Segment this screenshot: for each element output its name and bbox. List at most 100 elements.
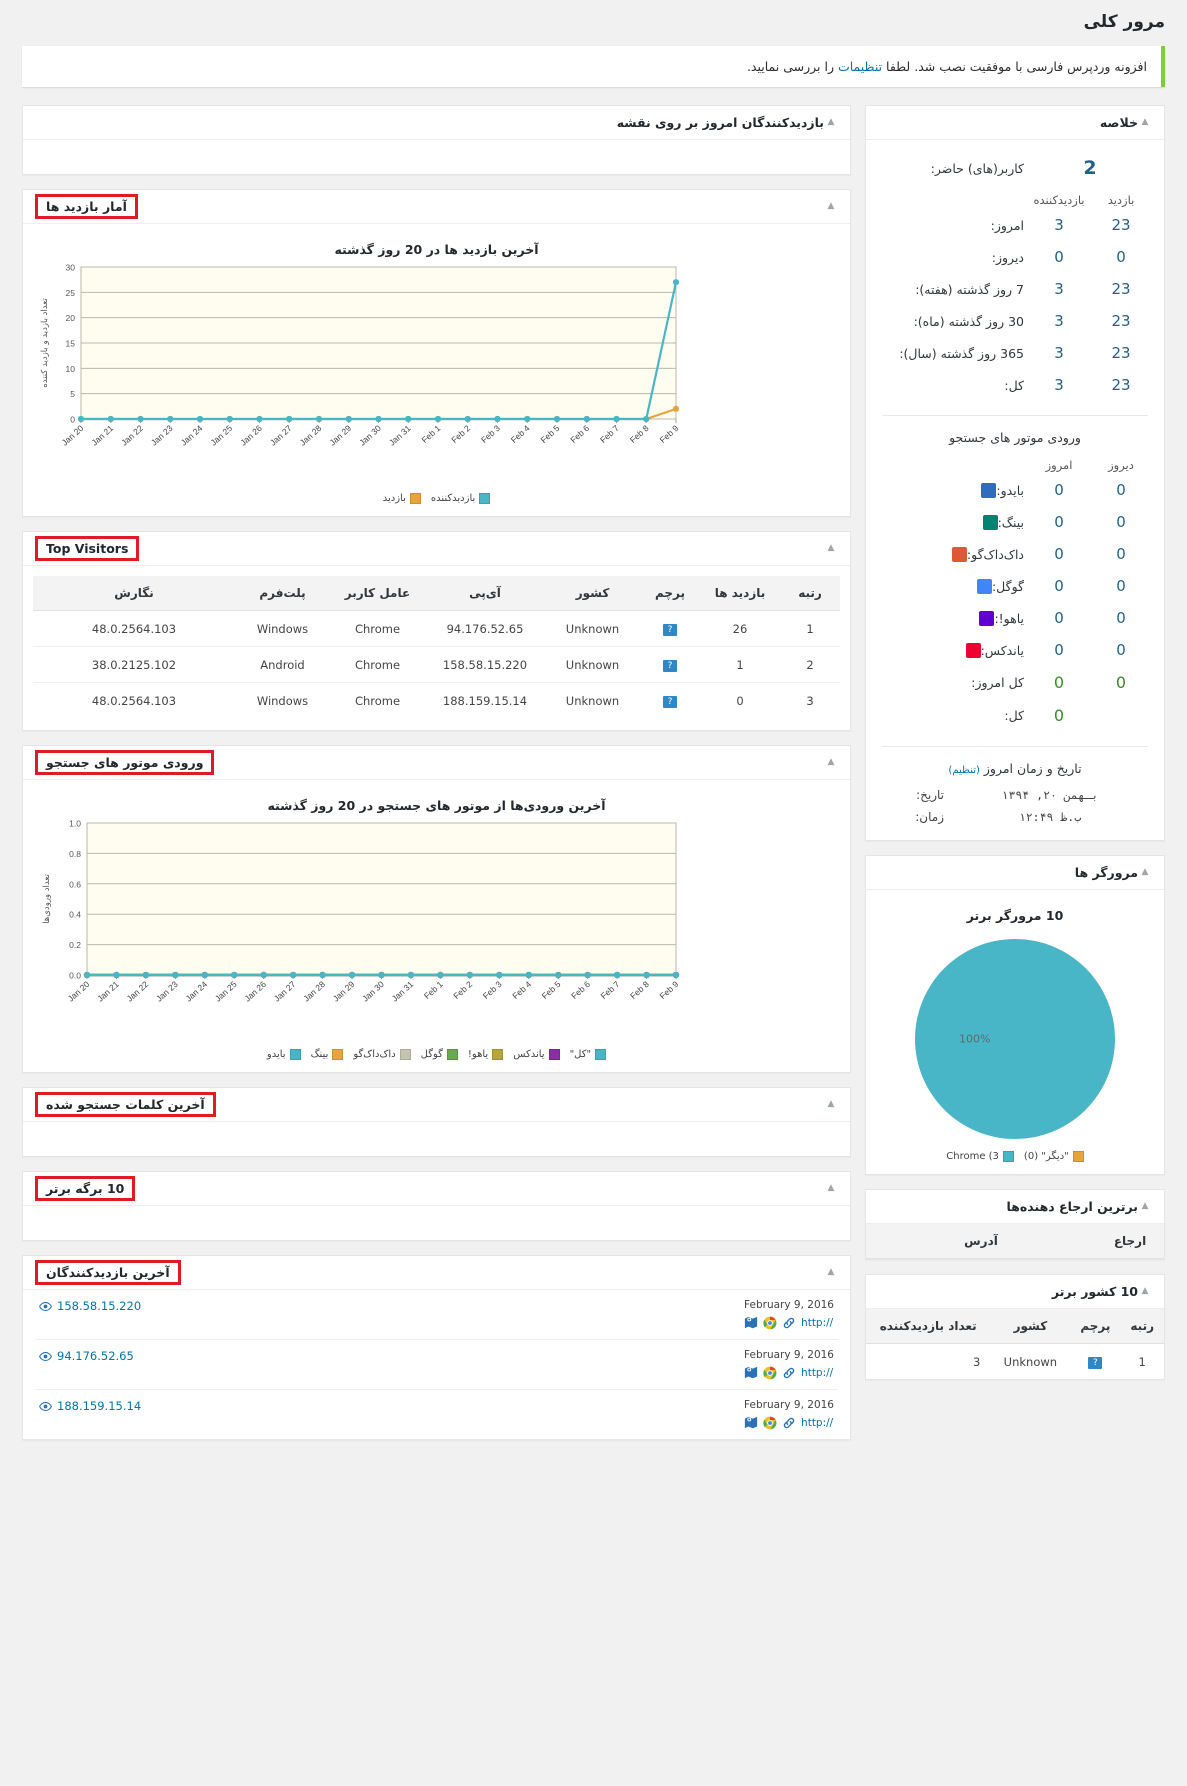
map-marker-icon[interactable] [744,1416,758,1430]
legend-item-3: گوگل [421,1049,458,1060]
bing-label: بینگ: [997,514,1024,530]
chrome-icon[interactable] [763,1316,777,1330]
chevron-up-icon[interactable]: ▲ [824,1098,838,1112]
search-box-body: آخرین ورودی‌ها از موتور های جستجو در 20 … [23,780,850,1072]
eye-icon[interactable] [39,1350,52,1363]
tv-flag-cell-1: ? [640,610,700,647]
svg-text:Jan 22: Jan 22 [125,979,151,1004]
referrers-table: ارجاع آدرس [866,1224,1164,1259]
tv-col-rank: رتبه [780,576,840,611]
tv-col-version: نگارش [33,576,235,611]
svg-text:Jan 31: Jan 31 [387,423,413,448]
legend-label-2: داک‌داک‌گو [353,1049,396,1060]
online-users-label: کاربر(های) حاضر: [930,160,1024,176]
svg-text:0.6: 0.6 [69,879,81,889]
se-total-today-yesterday: 0 [1115,673,1127,692]
eye-icon[interactable] [39,1400,52,1413]
time-value: ب.ظ ۱۲:۴۹ [1018,810,1082,824]
link-icon[interactable] [782,1366,796,1380]
lv-ip-2[interactable]: 94.176.52.65 [57,1349,134,1363]
svg-text:10: 10 [66,364,76,374]
pages-box-title: 10 برگه برتر [35,1176,136,1201]
legend-label-6: "کل" [569,1049,592,1060]
tv-rank-1: 1 [780,610,840,647]
chrome-icon[interactable] [763,1366,777,1380]
lv-ip-3[interactable]: 188.159.15.14 [57,1399,141,1413]
table-header-row: رتبه بازدید ها پرچم کشور آی‌پی عامل کارب… [33,576,840,611]
lv-link-1[interactable]: http:// [801,1317,833,1329]
visitor-year: 3 [1054,344,1064,362]
hits-line-chart: 051015202530Jan 20 Jan 21 Jan 22 Jan 23 Jan … [40,263,681,448]
lv-right-1: 158.58.15.220 [39,1299,141,1313]
chevron-up-icon[interactable]: ▲ [824,116,838,130]
legend-item-visit: بازدید [383,493,421,504]
chevron-up-icon[interactable]: ▲ [824,1266,838,1280]
svg-text:Feb 4: Feb 4 [509,423,532,445]
lv-link-2[interactable]: http:// [801,1367,833,1379]
link-icon[interactable] [782,1416,796,1430]
svg-text:0.2: 0.2 [69,940,81,950]
online-users-value: 2 [1083,157,1097,179]
summary-row-total: 23 3 کل: [878,369,1152,401]
chevron-up-icon[interactable]: ▲ [1138,866,1152,880]
chrome-icon[interactable] [763,1416,777,1430]
chevron-up-icon[interactable]: ▲ [824,200,838,214]
lv-link-3[interactable]: http:// [801,1417,833,1429]
legend-item-0: بایدو [267,1049,301,1060]
tv-col-ip: آی‌پی [425,576,545,611]
summary-row-year: 23 3 365 روز گذشته (سال): [878,337,1152,369]
chevron-up-icon[interactable]: ▲ [1138,116,1152,130]
datetime-settings-link[interactable]: (تنظیم) [948,765,979,776]
hits-box-header: ▲ آمار بازدید ها [23,190,850,224]
summary-col-visit: بازدید [1107,193,1135,207]
svg-text:Jan 21: Jan 21 [89,423,115,448]
countries-col-visitors: تعداد بازدیدکننده [866,1309,991,1344]
visit-total: 23 [1111,376,1131,394]
words-box: ▲ آخرین کلمات جستجو شده [22,1087,851,1157]
top-visitors-box-title: Top Visitors [35,536,140,561]
legend-swatch-6 [595,1049,607,1060]
notice-settings-link[interactable]: تنظیمات [838,59,882,74]
legend-swatch-visit [409,493,421,504]
svg-text:تعداد بازدید و بازدید کننده: تعداد بازدید و بازدید کننده [40,298,50,388]
sidebar-column: ▲ خلاصه 2 کاربر(های) حاضر: بازدید بازدید… [865,105,1165,1394]
flag-unknown-icon: ? [663,660,677,672]
lv-ip-1[interactable]: 158.58.15.220 [57,1299,141,1313]
map-marker-icon[interactable] [744,1316,758,1330]
table-row: 1 ? Unknown 3 [866,1344,1164,1380]
summary-row-week: 23 3 7 روز گذشته (هفته): [878,273,1152,305]
eye-icon[interactable] [39,1300,52,1313]
chevron-up-icon[interactable]: ▲ [824,1182,838,1196]
svg-text:Feb 1: Feb 1 [419,423,442,445]
map-box: ▲ بازدیدکنندگان امروز بر روی نقشه [22,105,851,175]
search-box: ▲ ورودی موتور های جستجو آخرین ورودی‌ها ا… [22,745,851,1073]
last-visitors-box-title: آخرین بازدیدکنندگان [35,1260,181,1285]
search-box-header: ▲ ورودی موتور های جستجو [23,746,850,780]
chevron-up-icon[interactable]: ▲ [824,756,838,770]
svg-text:1.0: 1.0 [69,819,81,829]
summary-table: 2 کاربر(های) حاضر: بازدید بازدیدکننده 23… [878,150,1152,401]
chevron-up-icon[interactable]: ▲ [1138,1200,1152,1214]
link-icon[interactable] [782,1316,796,1330]
summary-col-visitor: بازدیدکننده [1033,193,1085,207]
map-marker-icon[interactable] [744,1366,758,1380]
country-rank: 1 [1138,1354,1146,1369]
browser-pie-wrap: 100% [878,927,1152,1143]
referrers-box-body: ارجاع آدرس [866,1224,1164,1259]
duckduckgo-yesterday: 0 [1116,545,1126,563]
country-name: Unknown [1003,1354,1058,1369]
chevron-up-icon[interactable]: ▲ [1138,1285,1152,1299]
flag-unknown-icon: ? [663,696,677,708]
last-visitors-box-header: ▲ آخرین بازدیدکنندگان [23,1256,850,1290]
yandex-label-cell: یاندکس: [878,634,1028,666]
search-engines-table: دیروز امروز 0 0 بایدو: 0 0 بینگ: 0 0 داک… [878,451,1152,732]
legend-swatch-5 [548,1049,560,1060]
label-month: 30 روز گذشته (ماه): [913,313,1024,329]
last-visitors-box: ▲ آخرین بازدیدکنندگان February 9, 2016 h… [22,1255,851,1440]
time-row: ب.ظ ۱۲:۴۹ زمان: [878,806,1152,828]
tv-version-2: 38.0.2125.102 [33,646,235,683]
lv-date-2: February 9, 2016 [744,1349,834,1361]
referrers-box: ▲ برترین ارجاع دهنده‌ها ارجاع آدرس [865,1189,1165,1260]
tv-ip-1: 94.176.52.65 [425,610,545,647]
chevron-up-icon[interactable]: ▲ [824,542,838,556]
